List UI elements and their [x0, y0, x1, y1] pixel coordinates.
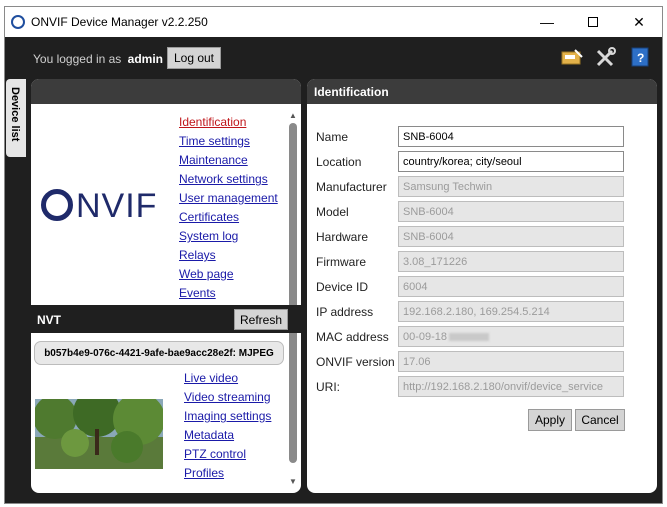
onvif-version-field: 17.06: [398, 351, 624, 372]
stream-selector[interactable]: b057b4e9-076c-4421-9afe-bae9acc28e2f: MJ…: [34, 341, 284, 365]
location-label: Location: [316, 154, 362, 169]
onvif-logo: NVIF: [41, 187, 157, 226]
tools-icon[interactable]: [594, 45, 618, 69]
menu-ptz-control[interactable]: PTZ control: [184, 445, 271, 464]
name-label: Name: [316, 129, 349, 144]
menu-imaging-settings[interactable]: Imaging settings: [184, 407, 271, 426]
row-onvif-version: ONVIF version 17.06: [316, 351, 624, 372]
identification-header: Identification: [307, 79, 657, 104]
login-prefix: You logged in as: [33, 52, 122, 66]
close-button[interactable]: ✕: [616, 7, 662, 37]
menu-identification[interactable]: Identification: [179, 113, 278, 132]
menu-profiles[interactable]: Profiles: [184, 464, 271, 483]
toolbar-icons: ?: [560, 45, 652, 69]
menu-live-video[interactable]: Live video: [184, 369, 271, 388]
row-manufacturer: Manufacturer Samsung Techwin: [316, 176, 624, 197]
onvif-logo-text: NVIF: [76, 187, 158, 225]
manufacturer-label: Manufacturer: [316, 179, 387, 194]
firmware-field: 3.08_171226: [398, 251, 624, 272]
login-status: You logged in as admin: [33, 52, 163, 66]
hardware-label: Hardware: [316, 229, 369, 244]
menu-web-page[interactable]: Web page: [179, 265, 278, 284]
row-firmware: Firmware 3.08_171226: [316, 251, 624, 272]
scroll-down-arrow-icon[interactable]: ▼: [289, 477, 297, 486]
row-name: Name SNB-6004: [316, 126, 624, 147]
logout-button[interactable]: Log out: [167, 47, 221, 69]
apply-button[interactable]: Apply: [528, 409, 572, 431]
menu-user-management[interactable]: User management: [179, 189, 278, 208]
device-panel: NVIF Identification Time settings Mainte…: [31, 79, 301, 493]
firmware-label: Firmware: [316, 254, 366, 269]
row-hardware: Hardware SNB-6004: [316, 226, 624, 247]
row-device-id: Device ID 6004: [316, 276, 624, 297]
name-field[interactable]: SNB-6004: [398, 126, 624, 147]
row-location: Location country/korea; city/seoul: [316, 151, 624, 172]
svg-text:?: ?: [637, 51, 644, 65]
menu-certificates[interactable]: Certificates: [179, 208, 278, 227]
device-list-tab-label: Device list: [9, 87, 21, 142]
refresh-button[interactable]: Refresh: [234, 309, 288, 330]
menu-maintenance[interactable]: Maintenance: [179, 151, 278, 170]
uri-field: http://192.168.2.180/onvif/device_servic…: [398, 376, 624, 397]
mac-address-label: MAC address: [316, 329, 389, 344]
mac-redaction: [449, 332, 490, 341]
app-window: ONVIF Device Manager v2.2.250 — ✕ You lo…: [4, 6, 663, 504]
nvt-bar: NVT Refresh: [31, 305, 301, 333]
device-id-field: 6004: [398, 276, 624, 297]
top-bar: You logged in as admin Log out ?: [5, 37, 662, 82]
location-field[interactable]: country/korea; city/seoul: [398, 151, 624, 172]
menu-network-settings[interactable]: Network settings: [179, 170, 278, 189]
username: admin: [127, 52, 163, 66]
device-id-label: Device ID: [316, 279, 369, 294]
device-panel-header: [31, 79, 301, 104]
menu-relays[interactable]: Relays: [179, 246, 278, 265]
ip-address-field: 192.168.2.180, 169.254.5.214: [398, 301, 624, 322]
ip-address-label: IP address: [316, 304, 374, 319]
row-ip-address: IP address 192.168.2.180, 169.254.5.214: [316, 301, 624, 322]
nvt-label: NVT: [37, 313, 61, 327]
menu-events[interactable]: Events: [179, 284, 278, 303]
hardware-field: SNB-6004: [398, 226, 624, 247]
menu-metadata[interactable]: Metadata: [184, 426, 271, 445]
video-thumbnail[interactable]: [35, 399, 163, 469]
onvif-circle-icon: [11, 15, 25, 29]
title-bar: ONVIF Device Manager v2.2.250 — ✕: [5, 7, 662, 37]
row-mac-address: MAC address 00-09-18: [316, 326, 624, 347]
model-field: SNB-6004: [398, 201, 624, 222]
mac-address-field: 00-09-18: [398, 326, 624, 347]
menu-time-settings[interactable]: Time settings: [179, 132, 278, 151]
manufacturer-field: Samsung Techwin: [398, 176, 624, 197]
device-panel-scrollbar[interactable]: [289, 123, 297, 463]
row-uri: URI: http://192.168.2.180/onvif/device_s…: [316, 376, 624, 397]
close-icon: ✕: [633, 13, 645, 30]
maximize-button[interactable]: [570, 7, 616, 37]
device-list-tab[interactable]: Device list: [6, 79, 26, 157]
network-card-icon[interactable]: [560, 45, 584, 69]
identification-panel: Identification Name SNB-6004 Location co…: [307, 79, 657, 493]
maximize-icon: [588, 17, 598, 27]
uri-label: URI:: [316, 379, 340, 394]
window-title: ONVIF Device Manager v2.2.250: [31, 15, 208, 29]
channel-menu: Live video Video streaming Imaging setti…: [184, 369, 271, 483]
onvif-logo-ring: [41, 189, 73, 221]
scroll-up-arrow-icon[interactable]: ▲: [289, 111, 297, 120]
cancel-button[interactable]: Cancel: [575, 409, 625, 431]
device-menu: Identification Time settings Maintenance…: [179, 113, 278, 303]
minimize-button[interactable]: —: [524, 7, 570, 37]
menu-system-log[interactable]: System log: [179, 227, 278, 246]
row-model: Model SNB-6004: [316, 201, 624, 222]
menu-video-streaming[interactable]: Video streaming: [184, 388, 271, 407]
model-label: Model: [316, 204, 349, 219]
minimize-icon: —: [540, 14, 554, 30]
mac-address-value: 00-09-18: [403, 330, 448, 343]
window-controls: — ✕: [524, 7, 662, 37]
onvif-version-label: ONVIF version: [316, 354, 395, 369]
help-book-icon[interactable]: ?: [628, 45, 652, 69]
